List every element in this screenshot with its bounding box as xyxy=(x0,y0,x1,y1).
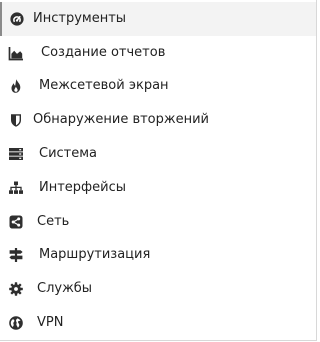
menu-item-label: Службы xyxy=(37,281,93,297)
share-icon xyxy=(8,214,24,230)
menu-item-system[interactable]: Система xyxy=(0,137,316,171)
menu-item-routing[interactable]: Маршрутизация xyxy=(0,239,316,273)
menu-item-label: Интерфейсы xyxy=(39,179,127,195)
menu-item-label: Межсетевой экран xyxy=(39,78,169,94)
sitemap-icon xyxy=(8,180,24,196)
menu-item-label: Маршрутизация xyxy=(39,247,151,263)
gear-icon xyxy=(8,281,24,297)
menu-item-services[interactable]: Службы xyxy=(0,272,316,306)
area-chart-icon xyxy=(8,45,24,61)
navigation-panel: Инструменты Создание отчетов Межсетевой … xyxy=(0,0,317,341)
shield-icon xyxy=(8,112,24,128)
menu-item-label: Инструменты xyxy=(33,10,127,26)
menu-item-label: Создание отчетов xyxy=(41,44,166,60)
menu-item-label: Обнаружение вторжений xyxy=(33,112,209,128)
signpost-icon xyxy=(8,247,24,263)
menu-item-label: Сеть xyxy=(37,213,70,229)
menu-item-vpn[interactable]: VPN xyxy=(0,306,316,340)
server-icon xyxy=(8,146,24,162)
menu-item-reporting[interactable]: Создание отчетов xyxy=(0,36,316,70)
dashboard-icon xyxy=(9,11,25,27)
menu-item-label: VPN xyxy=(37,315,64,331)
globe-icon xyxy=(8,315,24,331)
fire-icon xyxy=(8,78,24,94)
menu-item-firewall[interactable]: Межсетевой экран xyxy=(0,70,316,104)
menu-item-label: Система xyxy=(39,146,98,162)
sidebar-menu: Инструменты Создание отчетов Межсетевой … xyxy=(0,2,316,340)
menu-item-interfaces[interactable]: Интерфейсы xyxy=(0,171,316,205)
menu-item-network[interactable]: Сеть xyxy=(0,205,316,239)
menu-item-dashboard[interactable]: Инструменты xyxy=(0,2,316,36)
menu-item-intrusion-detection[interactable]: Обнаружение вторжений xyxy=(0,103,316,137)
